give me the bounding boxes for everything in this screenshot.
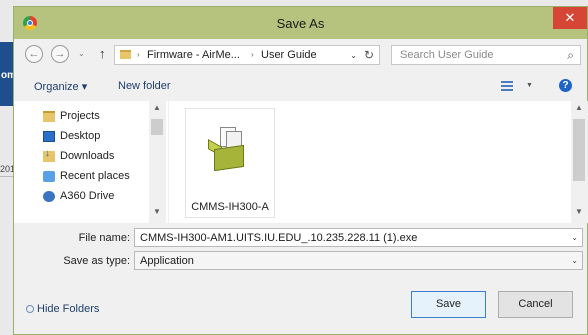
- address-bar[interactable]: › Firmware - AirMe... › User Guide ⌄ ↻: [114, 45, 380, 65]
- breadcrumb-separator: ›: [251, 50, 254, 59]
- scroll-up-icon[interactable]: ▲: [153, 103, 161, 112]
- address-dropdown-icon[interactable]: ⌄: [350, 51, 357, 60]
- dialog-title: Save As: [276, 16, 325, 31]
- scrollbar-thumb[interactable]: [573, 119, 585, 181]
- file-name-input[interactable]: CMMS-IH300-AM1.UITS.IU.EDU_.10.235.228.1…: [134, 228, 583, 247]
- breadcrumb-item-user-guide[interactable]: User Guide: [261, 49, 317, 61]
- search-placeholder: Search User Guide: [400, 49, 494, 61]
- sidebar-item-label: Recent places: [60, 170, 130, 182]
- back-button[interactable]: ←: [25, 45, 43, 63]
- file-list-pane: CMMS-IH300-A ▲ ▼: [169, 101, 588, 223]
- close-button[interactable]: ✕: [553, 7, 587, 29]
- recent-locations-dropdown[interactable]: ⌄: [78, 49, 85, 58]
- navigation-scrollbar[interactable]: ▲ ▼: [149, 101, 166, 223]
- installer-package-icon: [208, 127, 252, 175]
- file-item-label: CMMS-IH300-A: [191, 201, 269, 213]
- forward-button[interactable]: →: [51, 45, 69, 63]
- hide-folders-label: Hide Folders: [37, 303, 100, 315]
- view-options-icon[interactable]: [501, 81, 513, 91]
- downloads-icon: [43, 148, 55, 162]
- search-icon[interactable]: ⌕: [567, 48, 574, 63]
- background-divider: [0, 176, 14, 177]
- navigation-bar: ← → ⌄ ↑ › Firmware - AirMe... › User Gui…: [14, 40, 587, 70]
- up-folder-button[interactable]: ↑: [99, 46, 106, 61]
- save-as-type-dropdown-icon[interactable]: ⌄: [571, 256, 578, 265]
- sidebar-item-label: Projects: [60, 110, 100, 122]
- background-header-strip: om: [0, 42, 16, 106]
- new-folder-button[interactable]: New folder: [118, 80, 171, 92]
- folder-icon: [120, 50, 131, 59]
- file-item[interactable]: CMMS-IH300-A: [185, 108, 275, 218]
- sidebar-item-label: Desktop: [60, 130, 101, 142]
- view-dropdown-icon[interactable]: ▼: [526, 82, 533, 89]
- breadcrumb-separator: ›: [137, 50, 140, 59]
- hide-folders-button[interactable]: Hide Folders: [26, 303, 99, 315]
- save-button[interactable]: Save: [411, 291, 486, 318]
- command-toolbar: Organize ▾ New folder ▼ ?: [14, 74, 587, 100]
- file-list-scrollbar[interactable]: ▲ ▼: [571, 101, 588, 223]
- help-icon[interactable]: ?: [559, 79, 572, 92]
- search-box[interactable]: Search User Guide ⌕: [391, 45, 581, 65]
- sidebar-item-label: A360 Drive: [60, 190, 115, 202]
- recent-places-icon: [43, 171, 55, 182]
- cancel-button[interactable]: Cancel: [498, 291, 573, 318]
- scrollbar-thumb[interactable]: [151, 119, 163, 135]
- organize-button[interactable]: Organize ▾: [34, 80, 87, 93]
- save-as-type-select[interactable]: Application ⌄: [134, 251, 583, 270]
- collapse-icon: [26, 305, 34, 314]
- save-as-type-value: Application: [140, 255, 194, 267]
- refresh-icon[interactable]: ↻: [364, 48, 374, 62]
- save-as-type-label: Save as type:: [63, 255, 130, 267]
- save-as-dialog: Save As ✕ ← → ⌄ ↑ › Firmware - AirMe... …: [13, 6, 588, 335]
- scroll-down-icon[interactable]: ▼: [153, 207, 161, 216]
- title-bar[interactable]: Save As ✕: [14, 7, 587, 39]
- breadcrumb-item-firmware[interactable]: Firmware - AirMe...: [147, 49, 240, 61]
- desktop-icon: [43, 131, 55, 142]
- navigation-pane: Projects Desktop Downloads Recent places…: [14, 101, 168, 223]
- sidebar-item-label: Downloads: [60, 150, 115, 162]
- scroll-down-icon[interactable]: ▼: [575, 207, 583, 216]
- cloud-drive-icon: [43, 191, 55, 202]
- scroll-up-icon[interactable]: ▲: [575, 103, 583, 112]
- file-name-dropdown-icon[interactable]: ⌄: [571, 233, 578, 242]
- file-name-value: CMMS-IH300-AM1.UITS.IU.EDU_.10.235.228.1…: [140, 232, 418, 244]
- file-name-label: File name:: [78, 232, 130, 244]
- folder-icon: [43, 111, 55, 122]
